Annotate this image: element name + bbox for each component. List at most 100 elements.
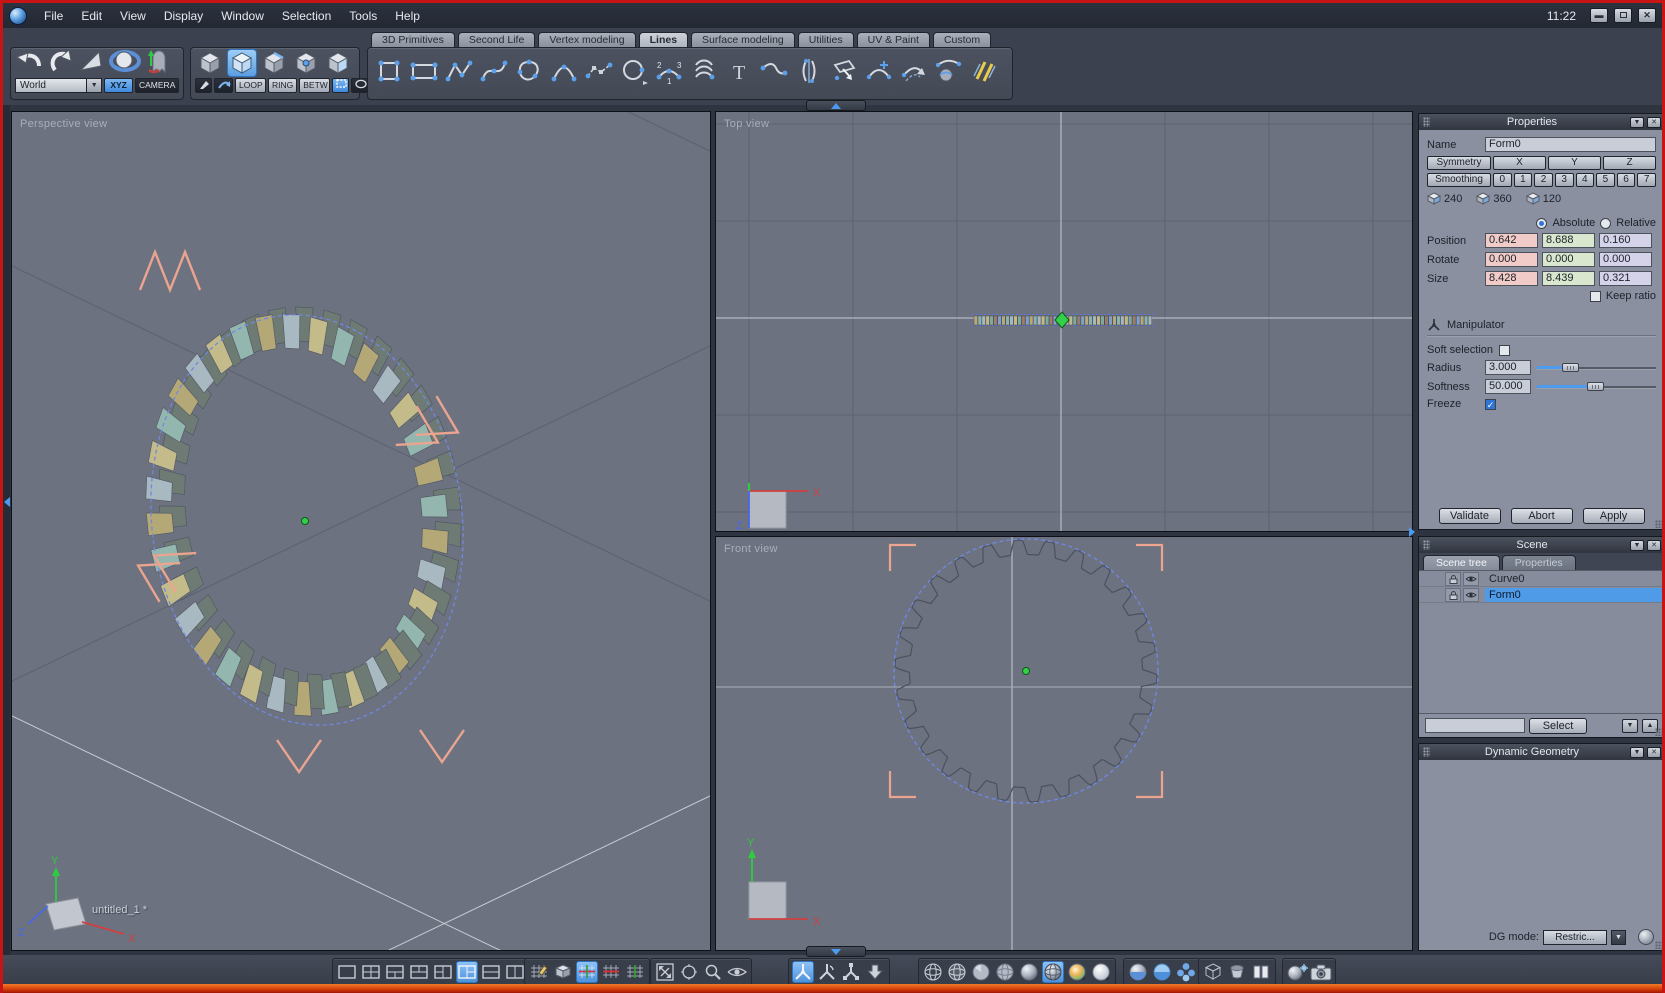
size-z-field[interactable]: 0.321 (1599, 271, 1652, 286)
scene-item-name[interactable]: Form0 (1485, 587, 1662, 602)
pan-view-icon[interactable] (678, 961, 700, 983)
menu-file[interactable]: File (35, 6, 72, 26)
select-button[interactable]: Select (1529, 717, 1587, 734)
symmetry-y-button[interactable]: Y (1548, 156, 1601, 170)
zoom-view-icon[interactable] (702, 961, 724, 983)
soft-selection-checkbox[interactable] (1499, 344, 1511, 356)
smoothing-1-button[interactable]: 1 (1513, 173, 1533, 187)
left-collapse-handle[interactable] (4, 497, 10, 507)
circle-icon[interactable] (619, 56, 649, 91)
cube-face-icon[interactable] (227, 49, 257, 77)
move-down-icon[interactable]: ▼ (1622, 718, 1638, 733)
world-space-select[interactable]: World ▼ (15, 78, 103, 93)
project-curve-icon[interactable] (934, 56, 964, 91)
tab-surface-modeling[interactable]: Surface modeling (691, 32, 795, 47)
scene-item-curve0[interactable]: Curve0 (1419, 571, 1662, 587)
chevron-down-icon[interactable]: ▼ (1611, 929, 1626, 945)
square-icon[interactable] (374, 56, 404, 91)
top-canvas[interactable]: XZ (716, 112, 1412, 532)
layout-right-split-icon[interactable] (456, 960, 478, 983)
polyline-icon[interactable] (444, 56, 474, 91)
softness-field[interactable]: 50.000 (1485, 379, 1531, 394)
smoothing-5-button[interactable]: 5 (1596, 173, 1615, 187)
maximize-button[interactable] (1614, 8, 1632, 23)
material-shade-icon[interactable] (1066, 961, 1088, 983)
symmetry-x-button[interactable]: X (1493, 156, 1546, 170)
route-select-icon[interactable] (214, 78, 233, 93)
text-tool-icon[interactable]: T (724, 56, 754, 91)
symmetry-z-button[interactable]: Z (1603, 156, 1656, 170)
softness-slider[interactable] (1537, 381, 1656, 392)
arc-icon[interactable] (549, 56, 579, 91)
scene-tree-list[interactable]: Curve0 Form0 (1419, 570, 1662, 713)
grid-axes-icon[interactable] (576, 960, 598, 983)
smoothing-6-button[interactable]: 6 (1616, 173, 1636, 187)
menu-help[interactable]: Help (386, 6, 429, 26)
freeze-checkbox[interactable]: ✓ (1485, 398, 1496, 410)
position-z-field[interactable]: 0.160 (1599, 233, 1652, 248)
close-button[interactable]: ✕ (1638, 8, 1656, 23)
minimize-button[interactable]: ▬ (1590, 8, 1608, 23)
properties-titlebar[interactable]: Properties ▼ ✕ (1419, 114, 1662, 130)
relative-radio[interactable] (1600, 217, 1612, 229)
helix-icon[interactable] (689, 56, 719, 91)
tab-3d-primitives[interactable]: 3D Primitives (371, 32, 455, 47)
scene-titlebar[interactable]: Scene ▼ ✕ (1419, 537, 1662, 553)
rotate-x-field[interactable]: 0.000 (1485, 252, 1538, 267)
hatch-icon[interactable] (969, 56, 999, 91)
layout-single-icon[interactable] (336, 961, 358, 983)
smoothing-2-button[interactable]: 2 (1534, 173, 1553, 187)
undo-icon[interactable] (15, 48, 43, 79)
ghost-icon[interactable] (145, 48, 171, 79)
xyz-mode-button[interactable]: XYZ (104, 78, 133, 93)
wireframe-icon[interactable] (922, 961, 944, 983)
drop-manipulator-icon[interactable] (864, 961, 886, 983)
drag-grip-icon[interactable] (1423, 540, 1430, 550)
name-field[interactable]: Form0 (1485, 137, 1656, 152)
rotate-manipulator-icon[interactable] (816, 961, 838, 983)
smoothing-0-button[interactable]: 0 (1493, 173, 1512, 187)
menu-view[interactable]: View (111, 6, 155, 26)
cone-icon[interactable] (77, 48, 105, 79)
resize-grip-icon[interactable] (1655, 941, 1662, 949)
softness-slider-thumb[interactable] (1586, 382, 1604, 391)
ring-button[interactable]: RING (268, 78, 298, 93)
offset-curve-icon[interactable] (899, 56, 929, 91)
scale-manipulator-icon[interactable] (840, 961, 862, 983)
lock-icon[interactable] (1445, 587, 1461, 602)
snapshot-icon[interactable] (1310, 961, 1332, 983)
tangent-arc-icon[interactable] (759, 56, 789, 91)
redo-icon[interactable] (47, 48, 73, 79)
position-x-field[interactable]: 0.642 (1485, 233, 1538, 248)
top-viewport[interactable]: XZ Top view (715, 111, 1413, 532)
panel-close-icon[interactable]: ✕ (1647, 539, 1661, 551)
panel-close-icon[interactable]: ✕ (1647, 746, 1661, 758)
flat-wire-icon[interactable] (994, 961, 1016, 983)
dynamic-geometry-titlebar[interactable]: Dynamic Geometry ▼ ✕ (1419, 744, 1662, 760)
ordered-curve-icon[interactable]: 213 (654, 56, 684, 91)
smoothing-button[interactable]: Smoothing (1427, 173, 1491, 187)
hidden-line-icon[interactable] (946, 961, 968, 983)
keep-ratio-checkbox[interactable] (1589, 290, 1601, 302)
layout-bottom-split-icon[interactable] (384, 961, 406, 983)
rectangle-icon[interactable] (409, 56, 439, 91)
dg-preview-sphere-icon[interactable] (1638, 929, 1654, 945)
show-half-icon[interactable] (1127, 961, 1149, 983)
validate-button[interactable]: Validate (1438, 508, 1501, 524)
grid-horizontal-icon[interactable] (600, 961, 622, 983)
resize-grip-icon[interactable] (1655, 520, 1662, 528)
radius-slider[interactable] (1537, 362, 1656, 373)
smooth-wire-icon[interactable] (1042, 960, 1064, 983)
grid-edit-icon[interactable] (528, 961, 550, 983)
orbit-sphere-icon[interactable] (109, 48, 141, 79)
smoothing-7-button[interactable]: 7 (1637, 173, 1656, 187)
tab-custom[interactable]: Custom (932, 32, 992, 47)
radius-slider-thumb[interactable] (1561, 363, 1579, 372)
radius-field[interactable]: 3.000 (1485, 360, 1531, 375)
lasso-select-icon[interactable] (351, 78, 369, 93)
tab-utilities[interactable]: Utilities (797, 32, 854, 47)
layout-hsplit-icon[interactable] (480, 961, 502, 983)
pages-icon[interactable] (1250, 961, 1272, 983)
front-canvas[interactable]: YX (716, 537, 1412, 950)
resize-grip-icon[interactable] (1655, 728, 1662, 736)
